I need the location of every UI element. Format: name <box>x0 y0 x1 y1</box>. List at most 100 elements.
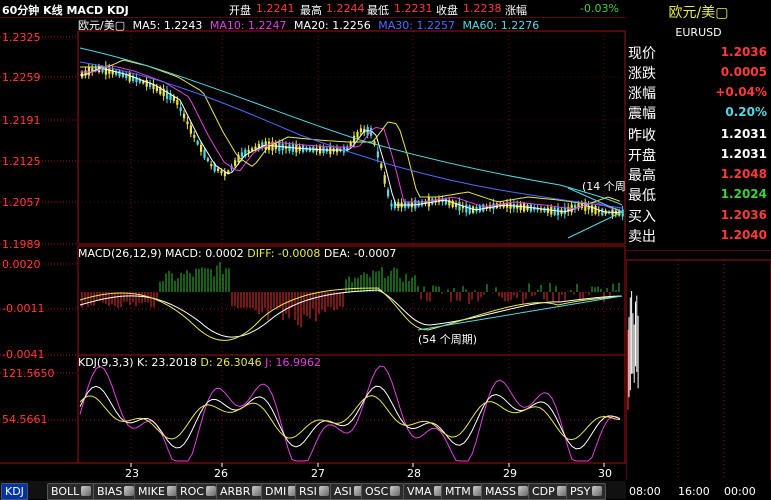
x-tick-label: 26 <box>214 467 228 480</box>
dea-line <box>79 289 623 338</box>
candle-body <box>465 204 468 213</box>
kdj-y-label: 121.5650 <box>2 367 55 380</box>
tab-label: MTM <box>445 485 471 498</box>
tab-boll[interactable]: BOLL <box>47 483 96 500</box>
quote-row: 买入 1.2036 <box>628 205 769 225</box>
tick-chart <box>626 250 771 480</box>
close-value: 1.2238 <box>463 2 502 15</box>
tab-label: MASS <box>485 485 516 498</box>
quote-symbol: EURUSD <box>675 26 722 39</box>
quote-row-value: 1.2040 <box>720 228 767 242</box>
quote-row: 震幅 0.20% <box>628 102 769 122</box>
ma30-line <box>79 61 623 209</box>
change-label: 涨幅 <box>505 4 527 17</box>
tab-rsi[interactable]: RSI <box>295 483 333 500</box>
candle-body <box>475 206 478 212</box>
tab-psy[interactable]: PSY <box>566 483 607 500</box>
quote-row-label: 开盘 <box>628 148 656 164</box>
quote-row-label: 现价 <box>628 46 656 62</box>
chart-canvas[interactable] <box>0 0 626 481</box>
quote-row-value: 0.0005 <box>720 65 767 79</box>
main-y-label: 1.2259 <box>2 71 41 84</box>
k-value: K: 23.2018 <box>137 356 197 369</box>
ma20-label: MA20: 1.2256 <box>294 19 371 32</box>
quote-row-value: 1.2031 <box>720 127 767 141</box>
tab-label: ROC <box>180 485 204 498</box>
kdj-y-label: 54.5661 <box>2 413 48 426</box>
low-value: 1.2231 <box>394 2 433 15</box>
j-value: J: 16.9962 <box>265 356 322 369</box>
quote-row: 涨幅 +0.04% <box>628 82 769 102</box>
quote-panel: 欧元/美▢ EURUSD 现价 1.2036 涨跌 0.0005 涨幅 +0.04% 震幅 0… <box>626 0 771 499</box>
tab-mass[interactable]: MASS <box>481 483 532 500</box>
macd-y-label: -0.0041 <box>2 348 45 361</box>
candle-body <box>203 149 206 159</box>
quote-row-value: 1.2024 <box>720 187 767 201</box>
quote-row-label: 最低 <box>628 188 656 204</box>
quote-row: 最低 1.2024 <box>628 184 769 204</box>
open-label: 开盘 <box>229 4 251 17</box>
candle-body <box>200 144 203 152</box>
candle-body <box>482 204 485 212</box>
tab-icon <box>205 486 216 496</box>
tab-label: ARBR <box>220 485 251 498</box>
diff-value: DIFF: -0.0008 <box>247 247 321 260</box>
macd-y-label: -0.0011 <box>2 302 45 315</box>
candle-body <box>234 160 237 166</box>
quote-row: 现价 1.2036 <box>628 42 769 62</box>
candle-body <box>217 168 220 171</box>
main-y-label: 1.2325 <box>2 31 41 44</box>
candle-body <box>128 72 131 82</box>
tick-time-label: 00:00 <box>724 485 756 498</box>
tab-kdj[interactable]: KDJ <box>1 483 28 500</box>
tab-label: DMI <box>265 485 287 498</box>
candle-body <box>427 197 430 207</box>
main-y-label: 1.2191 <box>2 114 41 127</box>
candle-body <box>383 175 386 184</box>
candle-body <box>387 189 390 197</box>
candle-body <box>210 164 213 167</box>
low-label: 最低 <box>367 4 389 17</box>
ma10-label: MA10: 1.2247 <box>209 19 287 32</box>
chart-title: 60分钟 K线 MACD KDJ <box>2 4 129 17</box>
candle-body <box>251 148 254 151</box>
tab-roc[interactable]: ROC <box>176 483 220 500</box>
tab-cdp[interactable]: CDP <box>528 483 571 500</box>
candle-body <box>495 203 498 208</box>
candle-body <box>356 131 359 138</box>
indicator-tabs: KDJ BOLL BIAS MIKE ROC ARBR DMI RSI ASI OSC VMA MTM… <box>0 481 626 500</box>
tab-icon <box>124 486 135 496</box>
candle-body <box>196 140 199 145</box>
x-tick-label: 29 <box>503 467 517 480</box>
tab-mike[interactable]: MIKE <box>134 483 181 500</box>
tick-frame <box>626 259 771 480</box>
tab-label: RSI <box>299 485 317 498</box>
candle-body <box>376 151 379 158</box>
tab-osc[interactable]: OSC <box>361 483 405 500</box>
candle-body <box>183 113 186 119</box>
change-value: -0.03% <box>580 2 619 15</box>
candle-body <box>111 69 114 75</box>
open-value: 1.2241 <box>256 2 295 15</box>
candle-body <box>179 107 182 112</box>
tab-mtm[interactable]: MTM <box>441 483 487 500</box>
tab-label: OSC <box>365 485 389 498</box>
quote-row: 开盘 1.2031 <box>628 144 769 164</box>
quote-topbar: 60分钟 K线 MACD KDJ 开盘 1.2241 最高 1.2244 最低 … <box>0 0 626 17</box>
quote-row-value: 0.20% <box>725 105 767 119</box>
macd-name: MACD(26,12,9) <box>78 247 162 260</box>
tab-arbr[interactable]: ARBR <box>216 483 267 500</box>
tick-time-label: 16:00 <box>678 485 710 498</box>
tab-bias[interactable]: BIAS <box>93 483 139 500</box>
candle-body <box>492 203 495 210</box>
high-label: 最高 <box>300 4 322 17</box>
candle-body <box>594 206 597 214</box>
symbol-label: 欧元/美▢ <box>78 19 126 32</box>
quote-row: 最高 1.2048 <box>628 164 769 184</box>
macd-annotation: (54 个周期) <box>418 333 478 346</box>
macd-trendline <box>417 295 623 331</box>
candle-body <box>380 163 383 169</box>
high-value: 1.2244 <box>326 2 365 15</box>
candle-body <box>359 128 362 133</box>
candle-body <box>193 134 196 138</box>
